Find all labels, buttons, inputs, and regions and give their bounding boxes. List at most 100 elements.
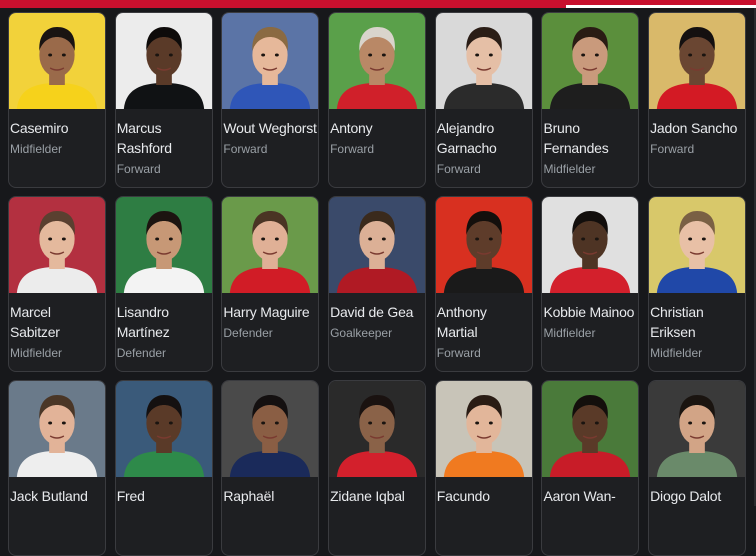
portrait-graphic <box>435 197 532 293</box>
player-card-wout-weghorst[interactable]: Wout Weghorst Forward <box>221 12 320 188</box>
portrait-graphic <box>222 197 319 293</box>
portrait-graphic <box>649 13 746 109</box>
player-name: Zidane Iqbal <box>330 488 405 504</box>
top-accent-bar <box>0 0 756 8</box>
player-photo <box>435 381 532 477</box>
player-photo <box>435 197 532 293</box>
player-card-jack-butland[interactable]: Jack Butland <box>8 380 106 556</box>
player-card-harry-maguire[interactable]: Harry Maguire Defender <box>221 196 320 372</box>
player-card-alejandro-garnacho[interactable]: Alejandro Garnacho Forward <box>434 12 533 188</box>
portrait-graphic <box>435 13 532 109</box>
player-card-casemiro[interactable]: Casemiro Midfielder <box>8 12 106 188</box>
player-position: Forward <box>223 142 268 156</box>
player-card-fred[interactable]: Fred <box>114 380 213 556</box>
portrait-graphic <box>9 381 105 477</box>
portrait-graphic <box>329 381 426 477</box>
player-name: Lisandro Martínez <box>116 304 170 340</box>
player-card-antony[interactable]: Antony Forward <box>328 12 427 188</box>
portrait-graphic <box>222 381 319 477</box>
portrait-graphic <box>329 13 426 109</box>
player-card-anthony-martial[interactable]: Anthony Martial Forward <box>434 196 533 372</box>
player-photo <box>542 381 639 477</box>
player-position: Defender <box>116 346 167 360</box>
player-name: Kobbie Mainoo <box>543 304 635 320</box>
portrait-graphic <box>649 197 746 293</box>
player-name: Wout Weghorst <box>223 120 317 136</box>
player-card-zidane-iqbal[interactable]: Zidane Iqbal <box>328 380 427 556</box>
player-photo <box>329 197 426 293</box>
player-position: Defender <box>223 326 273 340</box>
player-card-facundo[interactable]: Facundo <box>434 380 533 556</box>
player-card-david-de-gea[interactable]: David de Gea Goalkeeper <box>328 196 427 372</box>
player-photo <box>9 381 105 477</box>
player-name: Alejandro Garnacho <box>436 120 497 156</box>
portrait-graphic <box>542 197 639 293</box>
player-card-aaron-wan[interactable]: Aaron Wan- <box>541 380 640 556</box>
portrait-graphic <box>649 381 746 477</box>
player-position: Midfielder <box>650 346 703 360</box>
top-accent-segment <box>566 5 756 8</box>
player-photo <box>222 197 319 293</box>
player-photo <box>115 197 212 293</box>
player-position: Midfielder <box>10 346 63 360</box>
player-position: Forward <box>330 142 375 156</box>
player-photo <box>649 381 746 477</box>
player-photo <box>542 13 639 109</box>
player-photo <box>329 381 426 477</box>
player-name: Jack Butland <box>10 488 88 504</box>
player-name: Jadon Sancho <box>650 120 738 136</box>
player-card-raphael[interactable]: Raphaël <box>221 380 320 556</box>
portrait-graphic <box>542 13 639 109</box>
player-position: Midfielder <box>543 326 596 340</box>
player-name: Fred <box>116 488 145 504</box>
portrait-graphic <box>329 197 426 293</box>
player-photo <box>649 197 746 293</box>
player-photo <box>222 13 319 109</box>
player-card-diogo-dalot[interactable]: Diogo Dalot <box>648 380 747 556</box>
player-name: Bruno Fernandes <box>543 120 609 156</box>
player-position: Forward <box>116 162 161 176</box>
player-name: Aaron Wan- <box>543 488 616 504</box>
player-card-jadon-sancho[interactable]: Jadon Sancho Forward <box>648 12 747 188</box>
players-grid: Casemiro Midfielder Marcus Rashford Forwar… <box>8 12 747 556</box>
player-name: David de Gea <box>330 304 414 320</box>
portrait-graphic <box>115 197 212 293</box>
player-photo <box>115 381 212 477</box>
portrait-graphic <box>9 197 105 293</box>
player-card-christian-eriksen[interactable]: Christian Eriksen Midfielder <box>648 196 747 372</box>
player-photo <box>222 381 319 477</box>
player-photo <box>9 197 105 293</box>
player-name: Harry Maguire <box>223 304 310 320</box>
portrait-graphic <box>115 13 212 109</box>
player-card-lisandro-martinez[interactable]: Lisandro Martínez Defender <box>114 196 213 372</box>
player-photo <box>542 197 639 293</box>
player-name: Facundo <box>436 488 490 504</box>
player-position: Midfielder <box>10 142 63 156</box>
player-name: Marcel Sabitzer <box>10 304 60 340</box>
player-position: Forward <box>436 162 481 176</box>
player-photo <box>115 13 212 109</box>
player-name: Diogo Dalot <box>650 488 722 504</box>
player-name: Christian Eriksen <box>650 304 704 340</box>
player-name: Casemiro <box>10 120 69 136</box>
player-position: Forward <box>650 142 695 156</box>
player-position: Midfielder <box>543 162 596 176</box>
portrait-graphic <box>9 13 105 109</box>
player-photo <box>649 13 746 109</box>
portrait-graphic <box>222 13 319 109</box>
player-name: Marcus Rashford <box>116 120 172 156</box>
player-position: Forward <box>436 346 481 360</box>
player-name: Anthony Martial <box>436 304 487 340</box>
player-card-marcel-sabitzer[interactable]: Marcel Sabitzer Midfielder <box>8 196 106 372</box>
player-position: Goalkeeper <box>330 326 393 340</box>
portrait-graphic <box>435 381 532 477</box>
player-name: Raphaël <box>223 488 275 504</box>
player-photo <box>329 13 426 109</box>
portrait-graphic <box>115 381 212 477</box>
player-card-bruno-fernandes[interactable]: Bruno Fernandes Midfielder <box>541 12 640 188</box>
player-photo <box>9 13 105 109</box>
player-name: Antony <box>330 120 373 136</box>
player-card-kobbie-mainoo[interactable]: Kobbie Mainoo Midfielder <box>541 196 640 372</box>
player-card-marcus-rashford[interactable]: Marcus Rashford Forward <box>114 12 213 188</box>
portrait-graphic <box>542 381 639 477</box>
